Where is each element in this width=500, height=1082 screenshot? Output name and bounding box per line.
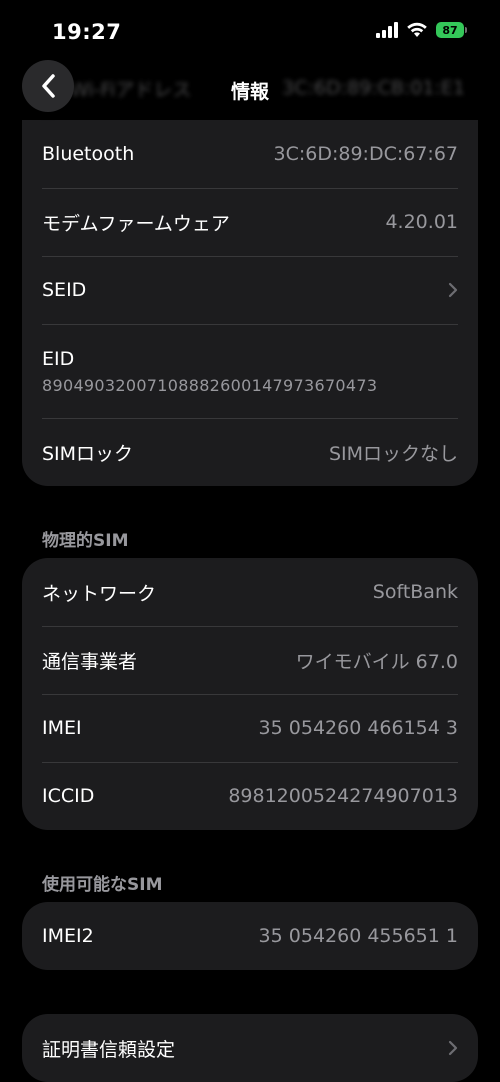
row-value: 35 054260 466154 3: [258, 717, 458, 739]
row-value: SoftBank: [372, 581, 458, 603]
row-label: モデムファームウェア: [42, 212, 230, 235]
battery-level: 87: [442, 23, 458, 37]
row-label: 通信事業者: [42, 650, 138, 673]
sim-lock-row: SIMロック SIMロックなし: [22, 418, 478, 486]
row-label: ICCID: [42, 785, 95, 807]
carrier-row: 通信事業者 ワイモバイル 67.0: [22, 626, 478, 694]
physical-sim-header: 物理的SIM: [42, 531, 129, 551]
row-label: IMEI2: [42, 925, 94, 947]
iccid-row: ICCID 8981200524274907013: [22, 762, 478, 830]
physical-sim-card: ネットワーク SoftBank 通信事業者 ワイモバイル 67.0 IMEI 3…: [22, 558, 478, 830]
chevron-right-icon: [448, 282, 458, 298]
row-value: 4.20.01: [385, 211, 458, 233]
available-sim-card: IMEI2 35 054260 455651 1: [22, 902, 478, 970]
row-value: 89049032007108882600147973670473: [42, 375, 378, 395]
row-value: 8981200524274907013: [228, 785, 458, 807]
certificate-trust-row[interactable]: 証明書信頼設定: [22, 1014, 478, 1082]
row-label: SEID: [42, 279, 87, 301]
battery-icon: 87: [436, 22, 467, 38]
cellular-signal-icon: [376, 22, 398, 38]
row-label: IMEI: [42, 717, 82, 739]
wifi-icon: [407, 22, 427, 37]
certificate-trust-card: 証明書信頼設定: [22, 1014, 478, 1082]
device-info-card: Bluetooth 3C:6D:89:DC:67:67 モデムファームウェア 4…: [22, 120, 478, 486]
bluetooth-row: Bluetooth 3C:6D:89:DC:67:67: [22, 120, 478, 188]
modem-firmware-row: モデムファームウェア 4.20.01: [22, 188, 478, 256]
available-sim-header: 使用可能なSIM: [42, 875, 163, 895]
imei-row: IMEI 35 054260 466154 3: [22, 694, 478, 762]
row-value: SIMロックなし: [328, 442, 458, 465]
row-label: Bluetooth: [42, 143, 135, 165]
chevron-left-icon: [42, 74, 55, 98]
row-value: 35 054260 455651 1: [258, 925, 458, 947]
row-label: SIMロック: [42, 442, 134, 465]
status-bar: 19:27 87: [0, 0, 500, 60]
imei2-row: IMEI2 35 054260 455651 1: [22, 902, 478, 970]
seid-row[interactable]: SEID: [22, 256, 478, 324]
status-icons: 87: [376, 22, 467, 38]
row-label: EID: [42, 347, 75, 370]
network-row: ネットワーク SoftBank: [22, 558, 478, 626]
row-value: ワイモバイル 67.0: [295, 650, 458, 673]
eid-row: EID 89049032007108882600147973670473: [22, 324, 478, 418]
page-title: 情報: [230, 81, 269, 103]
back-button[interactable]: [22, 60, 74, 112]
row-label: 証明書信頼設定: [42, 1038, 176, 1061]
status-time: 19:27: [52, 20, 122, 44]
row-label: ネットワーク: [42, 582, 157, 605]
chevron-right-icon: [448, 1040, 458, 1056]
row-value: 3C:6D:89:DC:67:67: [273, 143, 458, 165]
